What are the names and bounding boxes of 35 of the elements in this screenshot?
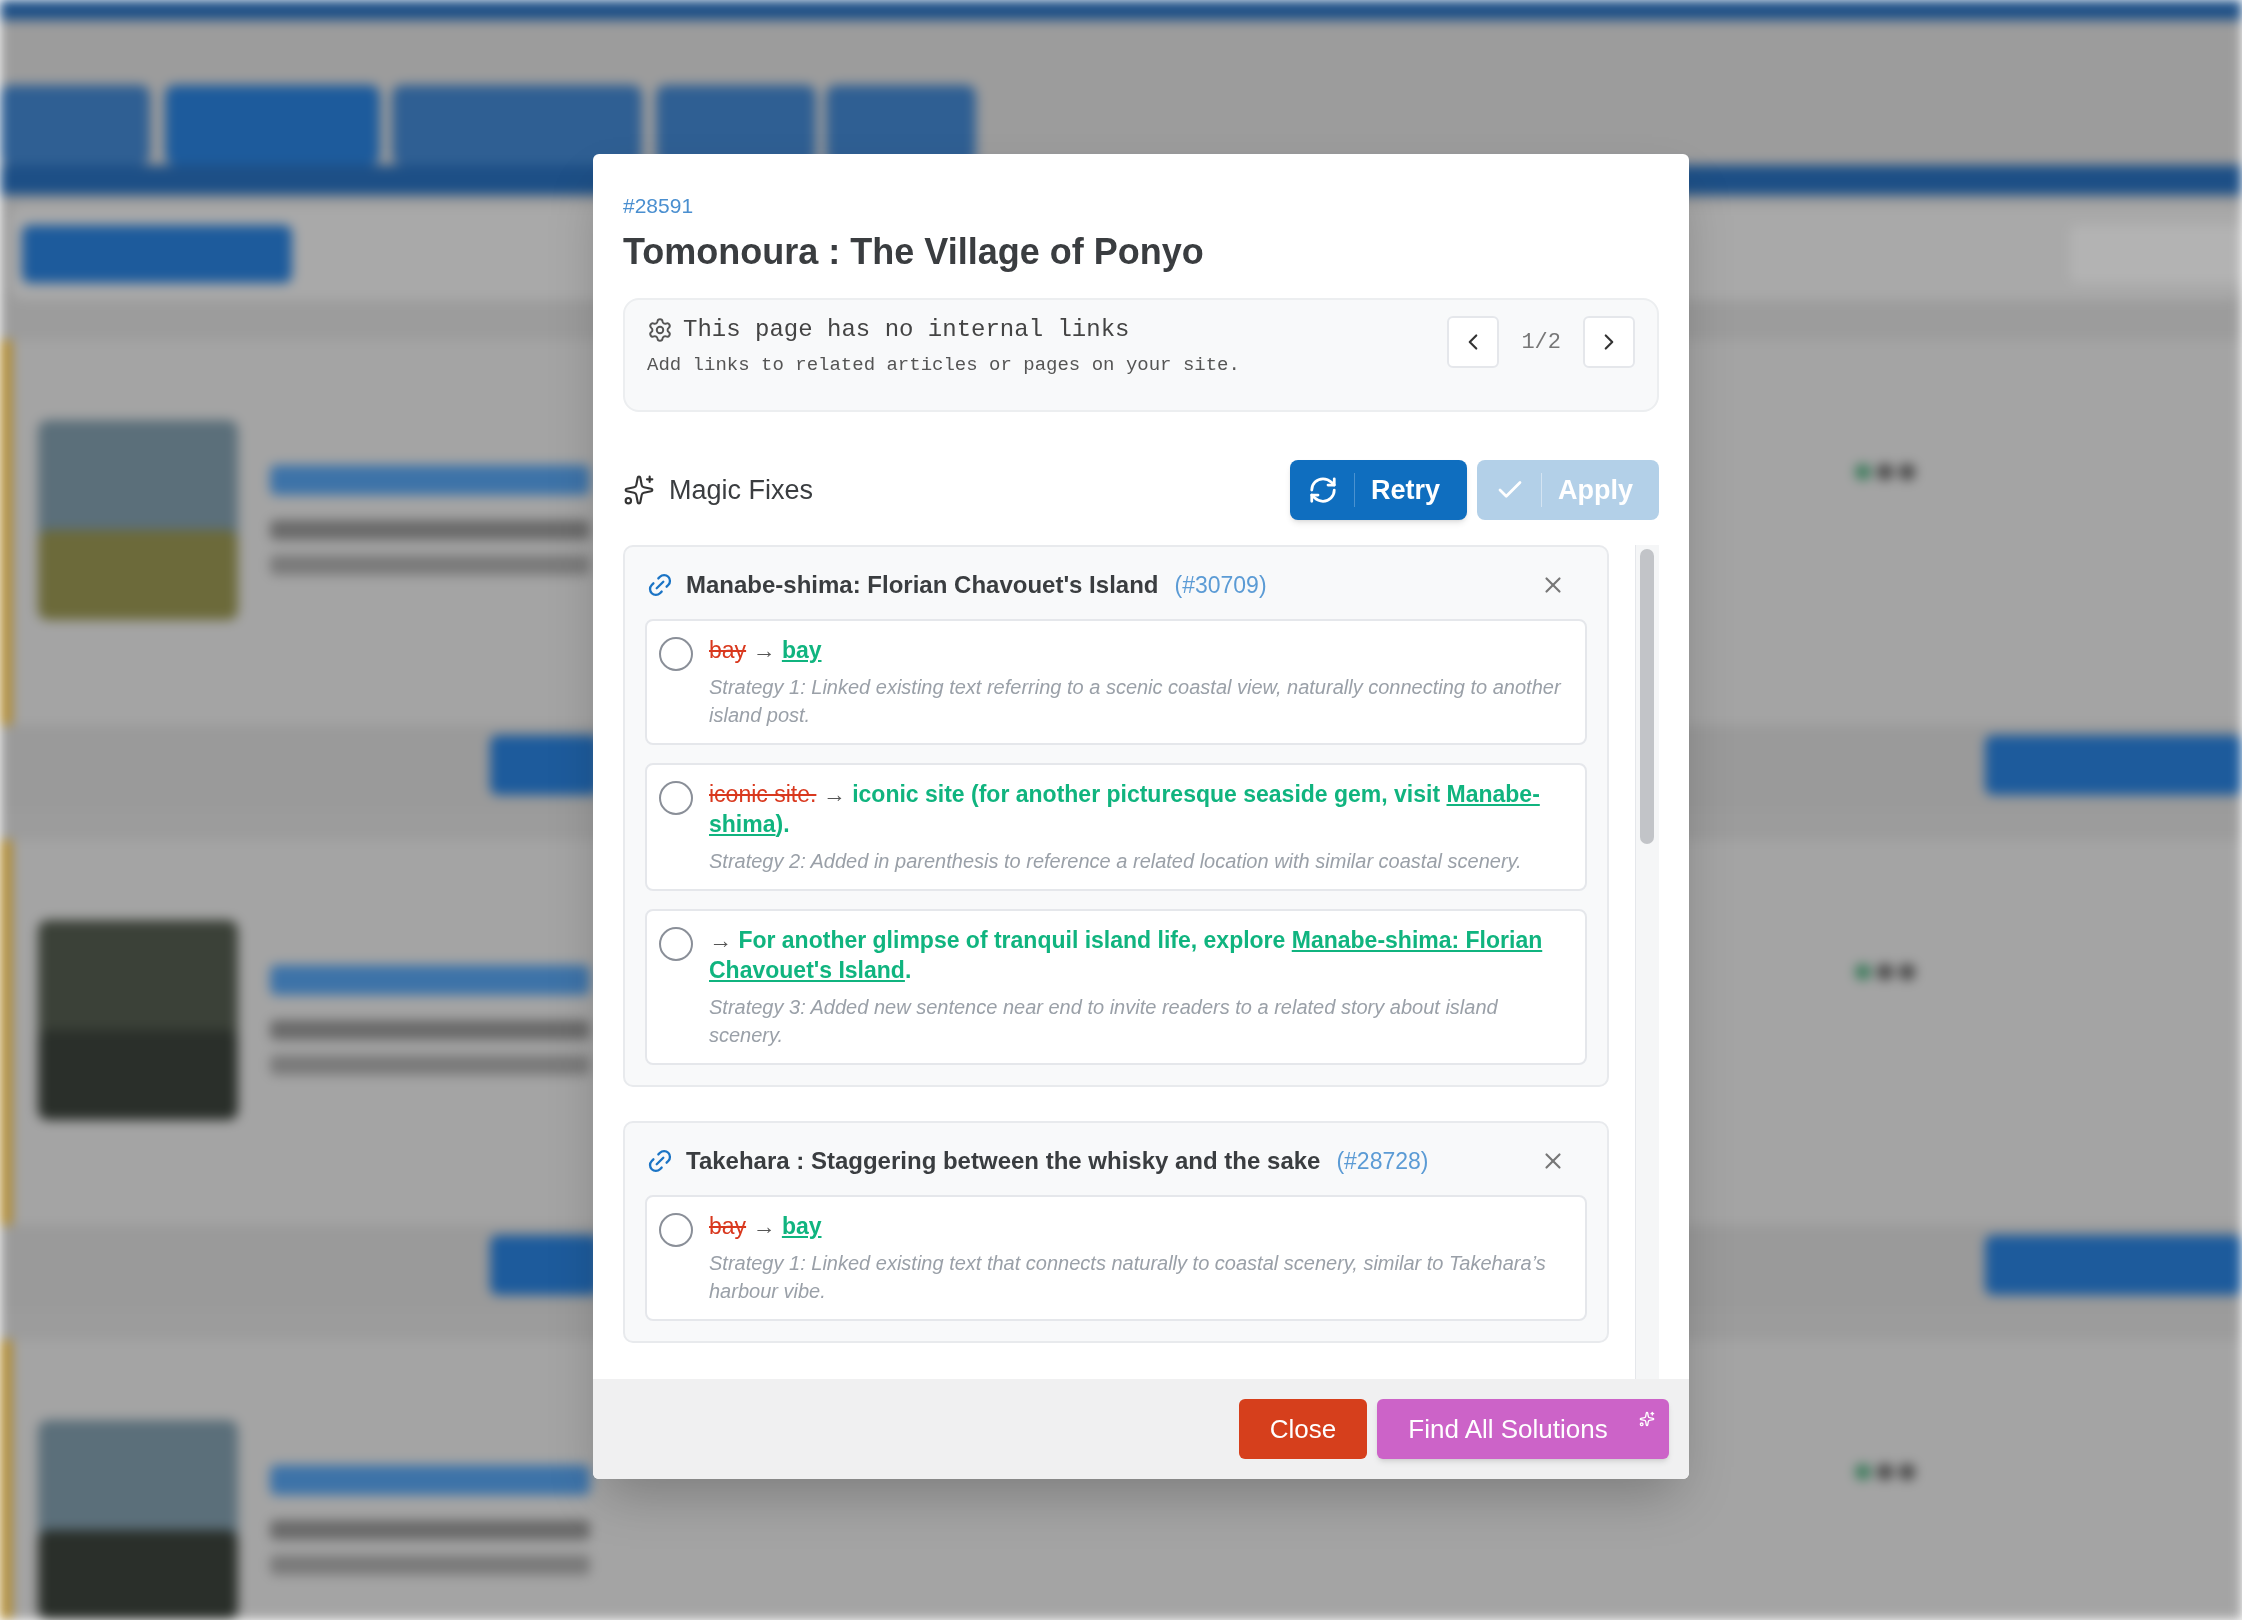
target-title: Manabe-shima: Florian Chavouet's Island xyxy=(686,570,1159,600)
page-counter: 1/2 xyxy=(1521,328,1561,357)
notice-detail: Add links to related articles or pages on your site. xyxy=(647,353,1240,378)
sparkle-icon xyxy=(1639,1411,1655,1427)
target-id: (#28728) xyxy=(1336,1146,1429,1176)
suggestion-card[interactable]: bay → bay Strategy 1: Linked existing text that connects naturally to coastal scenery, similar to Takehara’s harbour vibe. xyxy=(645,1195,1587,1321)
next-button[interactable] xyxy=(1583,316,1635,368)
section-title: Magic Fixes xyxy=(669,473,814,507)
radio-button[interactable] xyxy=(659,781,693,815)
target-id: (#30709) xyxy=(1174,570,1267,600)
strategy-text: Strategy 3: Added new sentence near end to invite readers to a related story about island scenery. xyxy=(709,995,1499,1048)
sparkles-icon xyxy=(623,474,655,506)
suggestion-card[interactable]: iconic site. → iconic site (for another picturesque seaside gem, visit Manabe-shima). Strategy 2: Added in parenthesis to reference a related location with similar coastal scenery. xyxy=(645,763,1587,891)
radio-button[interactable] xyxy=(659,927,693,961)
replacement-text: bay → bay xyxy=(709,636,823,665)
replacement-text: → For another glimpse of tranquil island life, explore Manabe-shima: Florian Chavouet's Island. xyxy=(709,926,1544,985)
suggestion-card[interactable]: bay → bay Strategy 1: Linked existing text referring to a scenic coastal view, naturally connecting to another island post. xyxy=(645,619,1587,745)
replacement-text: bay → bay xyxy=(709,1212,823,1241)
replacement-text: iconic site. → iconic site (for another picturesque seaside gem, visit Manabe-shima). xyxy=(709,780,1541,839)
strategy-text: Strategy 1: Linked existing text referring to a scenic coastal view, naturally connecting to another island post. xyxy=(709,675,1563,728)
radio-button[interactable] xyxy=(659,637,693,671)
radio-button[interactable] xyxy=(659,1213,693,1247)
scrollbar[interactable] xyxy=(1635,545,1659,1379)
previous-button[interactable] xyxy=(1447,316,1500,368)
target-title: Takehara : Staggering between the whisky and the sake xyxy=(686,1146,1321,1176)
strategy-text: Strategy 2: Added in parenthesis to reference a related location with similar coastal scenery. xyxy=(709,849,1523,874)
strategy-text: Strategy 1: Linked existing text that connects naturally to coastal scenery, similar to Takehara’s harbour vibe. xyxy=(709,1251,1547,1304)
notice-heading: This page has no internal links xyxy=(683,315,1130,345)
refresh-icon xyxy=(1308,475,1338,505)
retry-button[interactable]: Retry xyxy=(1290,460,1467,520)
post-id: #28591 xyxy=(623,193,695,219)
settings-icon xyxy=(647,317,673,343)
dialog-title: Tomonoura : The Village of Ponyo xyxy=(623,230,1205,274)
close-button[interactable]: Close xyxy=(1239,1399,1367,1459)
suggestion-card[interactable]: → For another glimpse of tranquil island life, explore Manabe-shima: Florian Chavouet's Island. Strategy 3: Added new sentence near end to invite readers to a related story about island scenery. xyxy=(645,909,1587,1065)
